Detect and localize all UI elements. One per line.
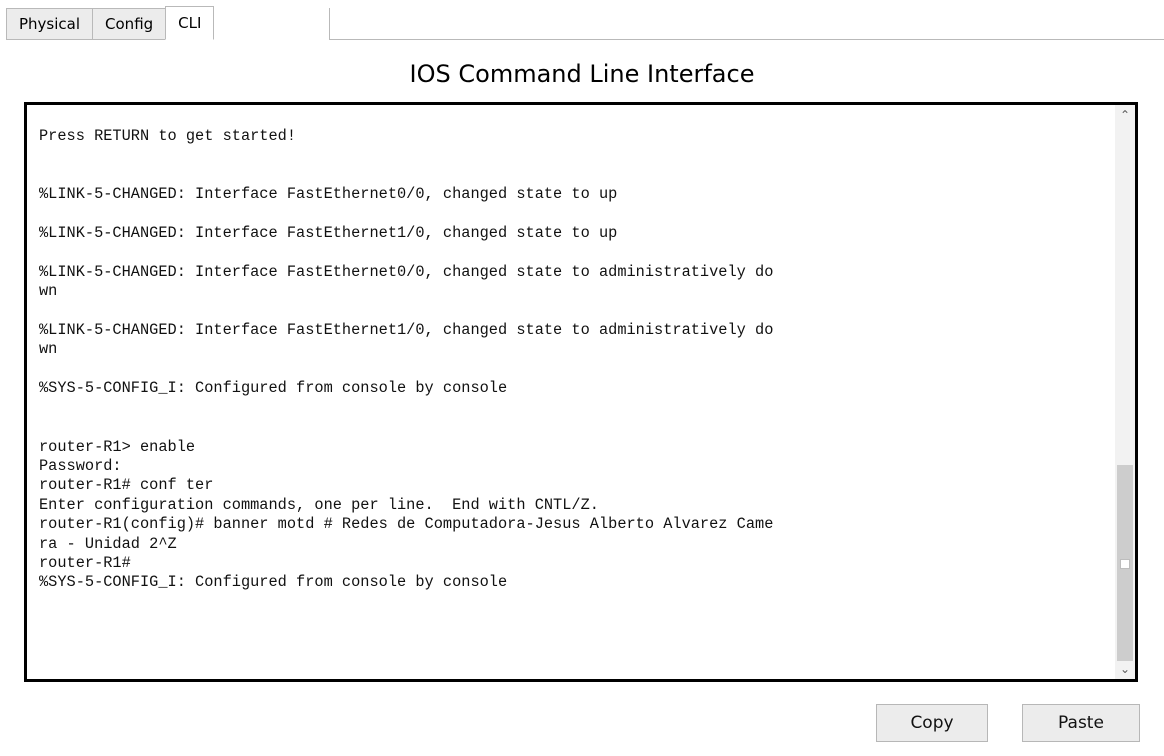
page-title: IOS Command Line Interface [409, 60, 755, 88]
chevron-down-icon[interactable]: ⌄ [1115, 659, 1135, 679]
console-line: ra - Unidad 2^Z [39, 534, 177, 553]
console-line: wn [39, 282, 58, 301]
vertical-scrollbar[interactable]: ⌃ ⌄ [1115, 105, 1135, 679]
console-line: router-R1> enable [39, 437, 196, 456]
chevron-up-icon[interactable]: ⌃ [1115, 105, 1135, 125]
tab-bar: Physical Config CLI [6, 6, 215, 40]
cli-terminal[interactable]: Press RETURN to get started! %LINK-5-CHA… [24, 102, 1138, 682]
console-line: router-R1# [39, 553, 131, 572]
console-line: router-R1(config)# banner motd # Redes d… [39, 515, 774, 534]
paste-button[interactable]: Paste [1022, 704, 1140, 742]
console-line: %SYS-5-CONFIG_I: Configured from console… [39, 573, 508, 592]
tab-cli[interactable]: CLI [165, 6, 215, 40]
tab-divider [329, 8, 330, 40]
console-line: wn [39, 340, 58, 359]
scroll-thumb-grip [1120, 559, 1130, 569]
tab-physical[interactable]: Physical [6, 8, 94, 40]
console-line: %LINK-5-CHANGED: Interface FastEthernet1… [39, 224, 618, 243]
console-line: router-R1# conf ter [39, 476, 214, 495]
console-line: %SYS-5-CONFIG_I: Configured from console… [39, 379, 508, 398]
console-line: Press RETURN to get started! [39, 127, 297, 145]
tab-underline [329, 39, 1164, 40]
console-output[interactable]: Press RETURN to get started! %LINK-5-CHA… [39, 127, 1109, 593]
console-line: Password: [39, 456, 122, 475]
console-line: %LINK-5-CHANGED: Interface FastEthernet0… [39, 185, 618, 204]
console-line: Enter configuration commands, one per li… [39, 495, 599, 514]
console-line: %LINK-5-CHANGED: Interface FastEthernet1… [39, 321, 774, 340]
scroll-thumb[interactable] [1117, 465, 1133, 661]
console-line: %LINK-5-CHANGED: Interface FastEthernet0… [39, 262, 774, 281]
tab-config[interactable]: Config [92, 8, 167, 40]
copy-button[interactable]: Copy [876, 704, 988, 742]
